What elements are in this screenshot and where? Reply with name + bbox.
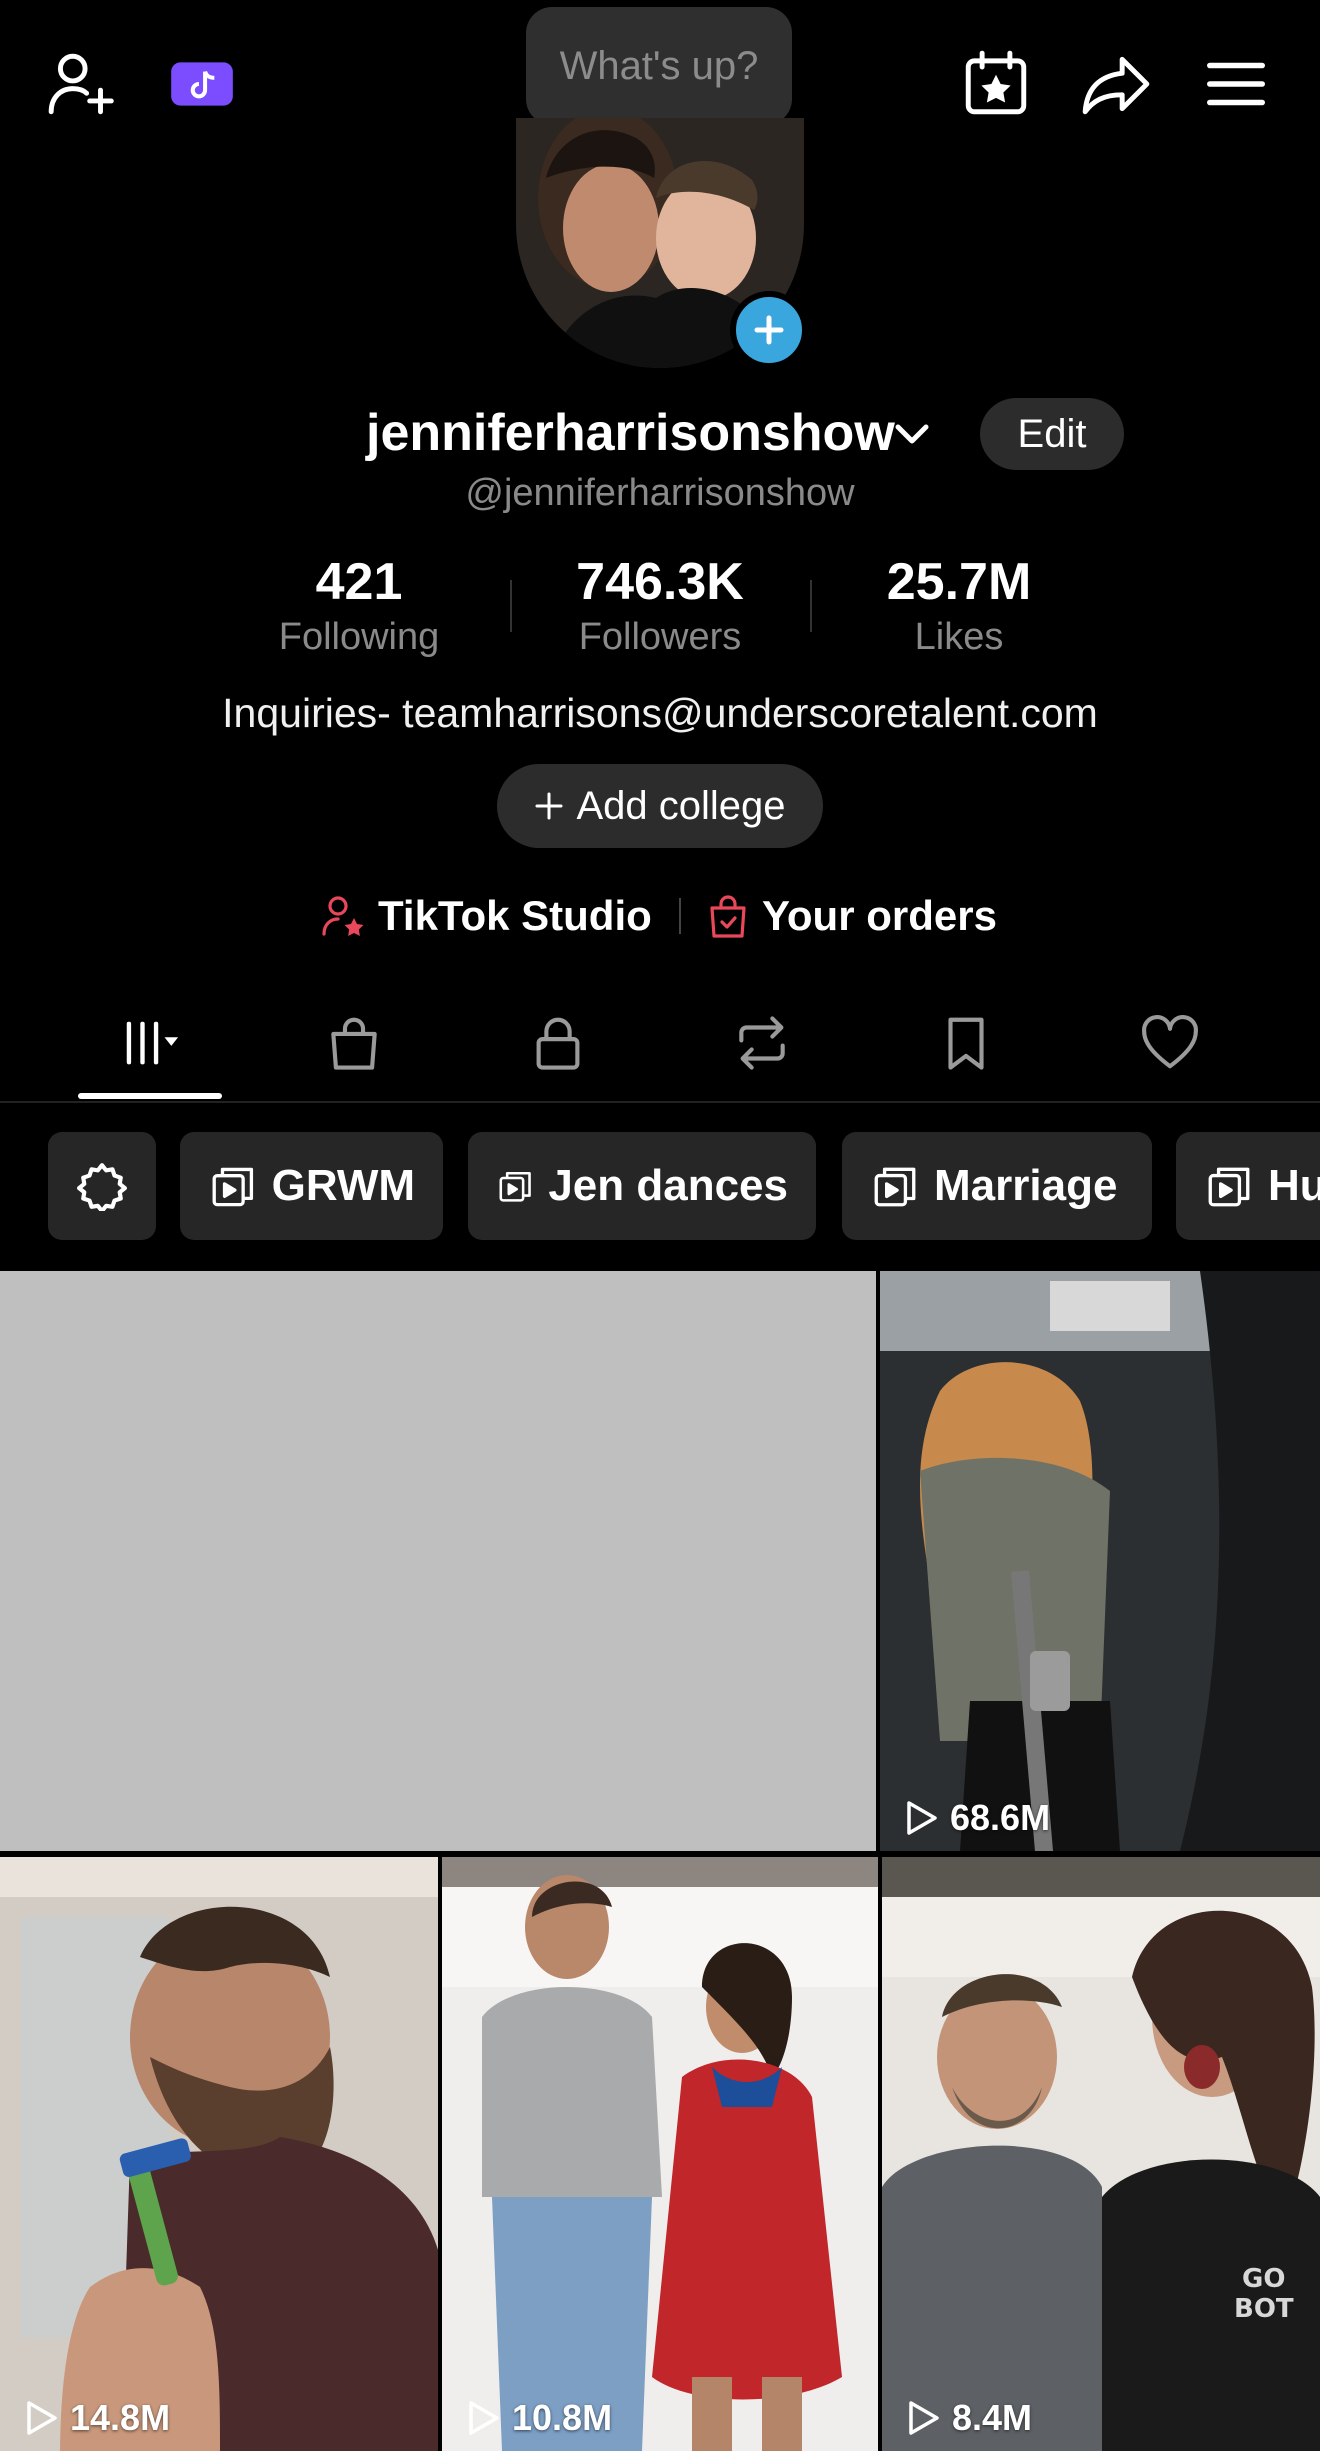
- bookmark-icon: [948, 1017, 984, 1070]
- view-count: 10.8M: [462, 2397, 612, 2439]
- view-count-label: 68.6M: [950, 1797, 1051, 1838]
- tab-private[interactable]: [478, 995, 638, 1091]
- your-orders-label: Your orders: [762, 892, 997, 939]
- svg-text:GO: GO: [1242, 2264, 1285, 2294]
- chevron-down-icon[interactable]: [892, 414, 932, 454]
- video-thumbnail[interactable]: 10.8M: [442, 1857, 878, 2451]
- likes-count: 25.7M: [886, 553, 1032, 611]
- playlist-chip-hu[interactable]: Hu: [1176, 1132, 1320, 1240]
- lock-icon: [536, 1017, 580, 1070]
- playlist-label: GRWM: [271, 1161, 415, 1210]
- tab-favorites[interactable]: [886, 995, 1046, 1091]
- shop-bag-icon: [331, 1017, 377, 1070]
- likes-label: Likes: [914, 616, 1004, 658]
- playlist-icon: [874, 1167, 916, 1207]
- followers-label: Followers: [578, 616, 742, 658]
- gear-icon: [77, 1163, 127, 1211]
- playlist-icon: [212, 1167, 254, 1207]
- add-college-label: Add college: [576, 783, 786, 828]
- view-count-label: 8.4M: [952, 2397, 1033, 2438]
- video-thumbnail[interactable]: [0, 1271, 876, 1851]
- playlist-label: Marriage: [934, 1161, 1118, 1210]
- playlist-chip-jen-dances[interactable]: Jen dances: [468, 1132, 816, 1240]
- studio-person-star-icon: [322, 896, 364, 936]
- video-thumbnail[interactable]: 68.6M: [880, 1271, 1320, 1851]
- tab-liked[interactable]: [1090, 995, 1250, 1091]
- view-count: 68.6M: [900, 1797, 1050, 1839]
- play-icon: [909, 2401, 939, 2435]
- active-tab-indicator: [78, 1093, 222, 1099]
- playlist-icon: [1208, 1167, 1250, 1207]
- menu-icon[interactable]: [1196, 44, 1276, 124]
- followers-count: 746.3K: [576, 553, 744, 611]
- following-label: Following: [278, 616, 440, 658]
- content-tabs: [0, 995, 1320, 1103]
- links-divider: [679, 898, 681, 934]
- display-name[interactable]: jenniferharrisonshow: [366, 398, 895, 468]
- playlist-chips: GRWM Jen dances Marriage Hu: [0, 1132, 1320, 1240]
- tiktok-studio-link[interactable]: TikTok Studio: [320, 884, 652, 948]
- plus-icon: [535, 792, 563, 820]
- heart-icon: [1142, 1015, 1198, 1069]
- profile-name-row: jenniferharrisonshow Edit: [0, 398, 1320, 470]
- view-count-label: 14.8M: [70, 2397, 171, 2438]
- tiktok-ticket-icon[interactable]: [162, 44, 242, 124]
- likes-stat[interactable]: 25.7M Likes: [829, 552, 1089, 659]
- following-count: 421: [315, 553, 403, 611]
- tiktok-studio-label: TikTok Studio: [378, 892, 652, 939]
- playlist-label: Jen dances: [548, 1161, 788, 1210]
- playlist-chip-marriage[interactable]: Marriage: [842, 1132, 1152, 1240]
- profile-bio: Inquiries- teamharrisons@underscoretalen…: [222, 690, 1098, 736]
- playlist-icon: [499, 1171, 531, 1202]
- playlist-chip-grwm[interactable]: GRWM: [180, 1132, 443, 1240]
- videos-grid-icon: [126, 1021, 179, 1065]
- view-count: 8.4M: [902, 2397, 1032, 2439]
- video-thumbnail[interactable]: 14.8M: [0, 1857, 438, 2451]
- view-count: 14.8M: [20, 2397, 170, 2439]
- tab-shop[interactable]: [274, 995, 434, 1091]
- view-count-label: 10.8M: [512, 2397, 613, 2438]
- edit-profile-button[interactable]: Edit: [980, 398, 1124, 470]
- add-user-icon[interactable]: [42, 44, 122, 124]
- username-handle: @jenniferharrisonshow: [465, 472, 855, 514]
- tab-videos[interactable]: [70, 995, 230, 1091]
- profile-links: TikTok Studio Your orders: [0, 884, 1320, 948]
- followers-stat[interactable]: 746.3K Followers: [530, 552, 790, 659]
- playlist-settings-button[interactable]: [48, 1132, 156, 1240]
- play-icon: [27, 2401, 57, 2435]
- svg-text:BOT: BOT: [1234, 2294, 1294, 2324]
- your-orders-link[interactable]: Your orders: [704, 884, 997, 948]
- play-icon: [907, 1801, 937, 1835]
- calendar-star-icon[interactable]: [956, 44, 1036, 124]
- add-college-button[interactable]: Add college: [497, 764, 823, 848]
- shopping-bag-check-icon: [710, 895, 746, 938]
- profile-stats: 421 Following 746.3K Followers 25.7M Lik…: [0, 552, 1320, 662]
- video-thumbnail[interactable]: GO BOT 8.4M: [882, 1857, 1320, 2451]
- play-icon: [469, 2401, 499, 2435]
- status-note-bubble[interactable]: What's up?: [526, 7, 792, 125]
- video-grid: 68.6M 14.8M 10.8M GO BOT 8.4M: [0, 1271, 1320, 2451]
- tab-reposts[interactable]: [682, 995, 842, 1091]
- following-stat[interactable]: 421 Following: [229, 552, 489, 659]
- repost-icon: [739, 1016, 785, 1070]
- add-avatar-story-button[interactable]: [730, 291, 808, 369]
- stats-divider: [810, 580, 812, 632]
- playlist-label: Hu: [1268, 1161, 1320, 1210]
- share-icon[interactable]: [1076, 44, 1156, 124]
- stats-divider: [510, 580, 512, 632]
